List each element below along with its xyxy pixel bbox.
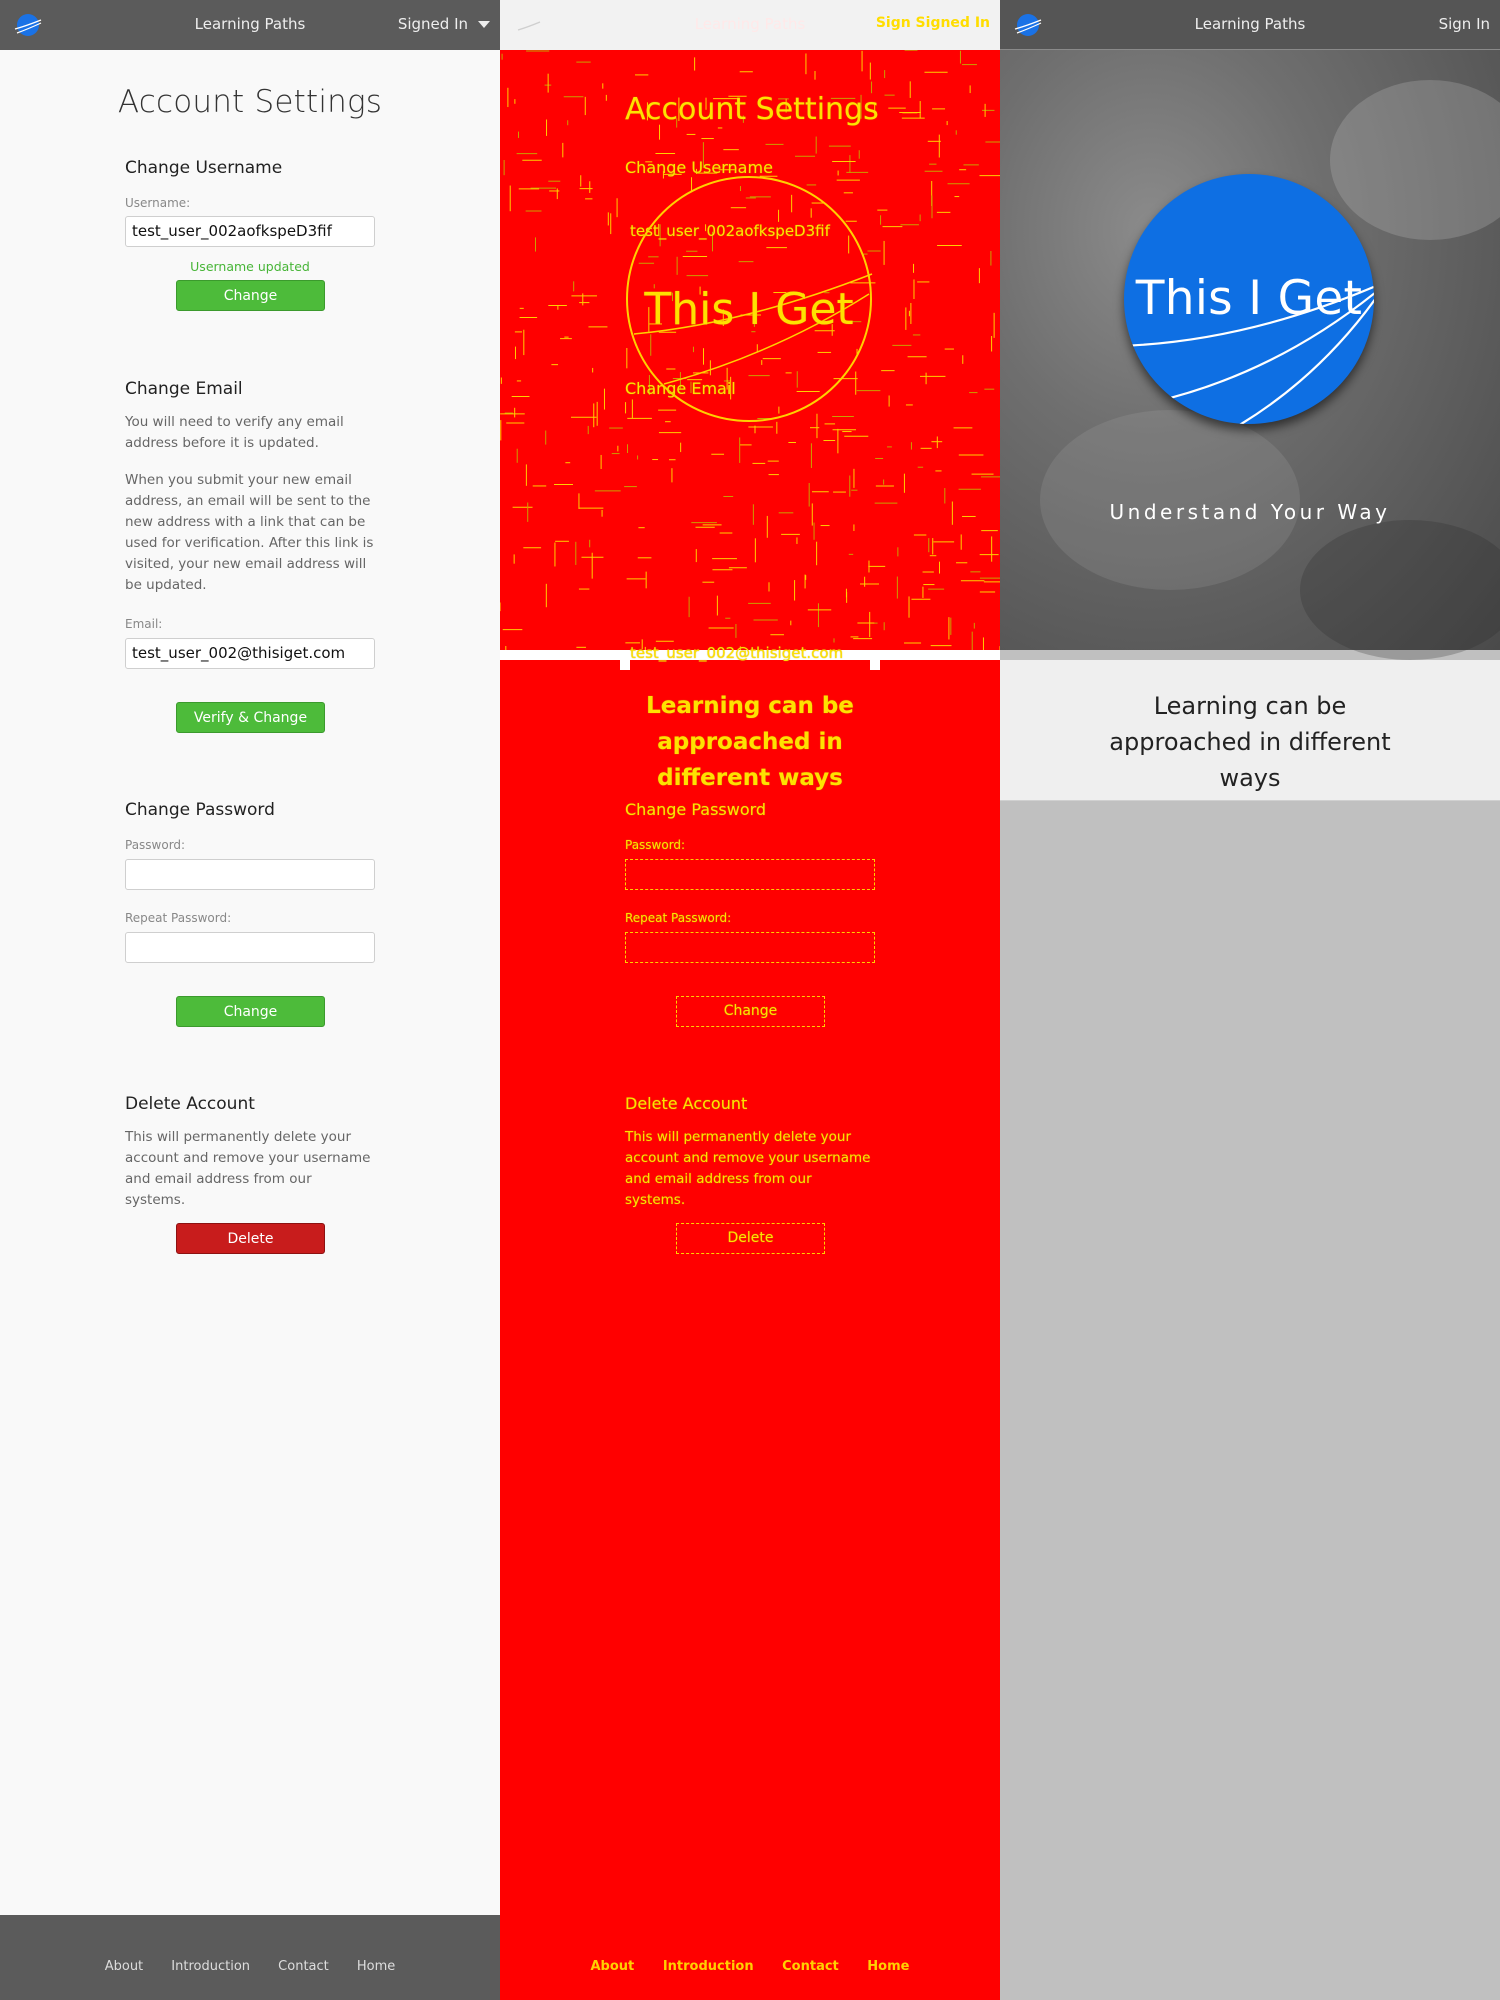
overlay-password-label: Password: — [625, 838, 686, 852]
delete-info: This will permanently delete your accoun… — [125, 1129, 371, 1208]
delete-account-heading: Delete Account — [125, 1094, 255, 1114]
change-username-button[interactable]: Change — [176, 280, 325, 311]
overlay-sign-in: Sign Signed In — [875, 15, 990, 31]
landing-nav: Learning Paths Sign In — [1000, 0, 1500, 50]
overlay-footer-introduction: Introduction — [662, 1959, 754, 1974]
hero-section: This I Get Understand Your Way — [1000, 50, 1500, 660]
caret-down-icon — [478, 21, 490, 28]
overlay-delete-info: This will permanently delete your accoun… — [625, 1129, 871, 1208]
learning-paths-link[interactable]: Learning Paths — [195, 15, 306, 33]
account-settings-panel: Learning Paths Signed In Account Setting… — [0, 0, 500, 2000]
diff-overlay-panel: Learning Paths Sign Signed In Account Se… — [500, 0, 1000, 2000]
change-password-heading: Change Password — [125, 800, 275, 820]
overlay-brand: This I Get — [644, 284, 854, 335]
email-label: Email: — [125, 617, 163, 631]
learning-paths-link[interactable]: Learning Paths — [1195, 15, 1306, 33]
page-title: Account Settings — [117, 84, 383, 120]
overlay-delete-heading: Delete Account — [625, 1094, 748, 1113]
email-info: When you submit your new email address, … — [125, 472, 374, 593]
tagline: Understand Your Way — [1109, 500, 1391, 524]
overlay-delete-button: Delete — [676, 1223, 825, 1254]
orbit-lines-icon — [1124, 285, 1374, 424]
intro-band: Learning can be approached in different … — [1000, 660, 1500, 801]
overlay-email-value: test_user_002@thisiget.com — [630, 644, 844, 662]
overlay-repeat-label: Repeat Password: — [625, 911, 732, 925]
change-username-heading: Change Username — [125, 158, 283, 178]
username-label: Username: — [125, 196, 191, 210]
email-input[interactable]: test_user_002@thisiget.com — [125, 638, 375, 669]
change-password-button[interactable]: Change — [176, 996, 325, 1027]
signed-in-menu[interactable]: Signed In — [398, 15, 490, 33]
footer: About Introduction Contact Home — [0, 1915, 500, 2000]
overlay-divider-tick — [620, 650, 630, 670]
delete-account-button[interactable]: Delete — [176, 1223, 325, 1254]
overlay-divider-tick — [870, 650, 880, 670]
username-input[interactable]: test_user_002aofkspeD3fif — [125, 216, 375, 247]
overlay-password-heading: Change Password — [625, 800, 767, 819]
overlay-learning-paths: Learning Paths — [694, 15, 806, 33]
signed-in-label: Signed In — [397, 15, 468, 33]
change-email-heading: Change Email — [125, 379, 243, 399]
overlay-username-value: test_user_002aofkspeD3fif — [630, 222, 830, 240]
footer-home-link[interactable]: Home — [357, 1959, 395, 1974]
username-status: Username updated — [190, 259, 310, 274]
password-input[interactable] — [125, 859, 375, 890]
overlay-title: Account Settings — [625, 92, 879, 127]
repeat-password-input[interactable] — [125, 932, 375, 963]
top-nav: Learning Paths Signed In — [0, 0, 500, 50]
landing-panel: Learning Paths Sign In This I Get Unders… — [1000, 0, 1500, 2000]
overlay-footer: About Introduction Contact Home — [500, 1915, 1000, 2000]
overlay-nav: Learning Paths Sign Signed In — [500, 0, 1000, 50]
overlay-change-button: Change — [676, 996, 825, 1027]
brand-logo-circle: This I Get — [1124, 174, 1374, 424]
email-note: You will need to verify any email addres… — [125, 414, 344, 451]
overlay-band-text: Learning can be approached in different … — [646, 693, 854, 791]
overlay-email-heading: Change Email — [625, 379, 736, 398]
overlay-footer-home: Home — [867, 1959, 910, 1974]
overlay-footer-contact: Contact — [782, 1959, 839, 1974]
sign-in-link[interactable]: Sign In — [1439, 15, 1490, 33]
footer-about-link[interactable]: About — [105, 1959, 143, 1974]
repeat-password-label: Repeat Password: — [125, 911, 232, 925]
footer-contact-link[interactable]: Contact — [278, 1959, 329, 1974]
overlay-footer-about: About — [590, 1959, 635, 1974]
verify-change-button[interactable]: Verify & Change — [176, 702, 325, 733]
intro-band-text: Learning can be approached in different … — [1109, 692, 1391, 792]
footer-introduction-link[interactable]: Introduction — [171, 1959, 250, 1974]
overlay-repeat-field — [625, 932, 875, 963]
password-label: Password: — [125, 838, 186, 852]
overlay-password-field — [625, 859, 875, 890]
overlay-username-heading: Change Username — [625, 158, 773, 177]
